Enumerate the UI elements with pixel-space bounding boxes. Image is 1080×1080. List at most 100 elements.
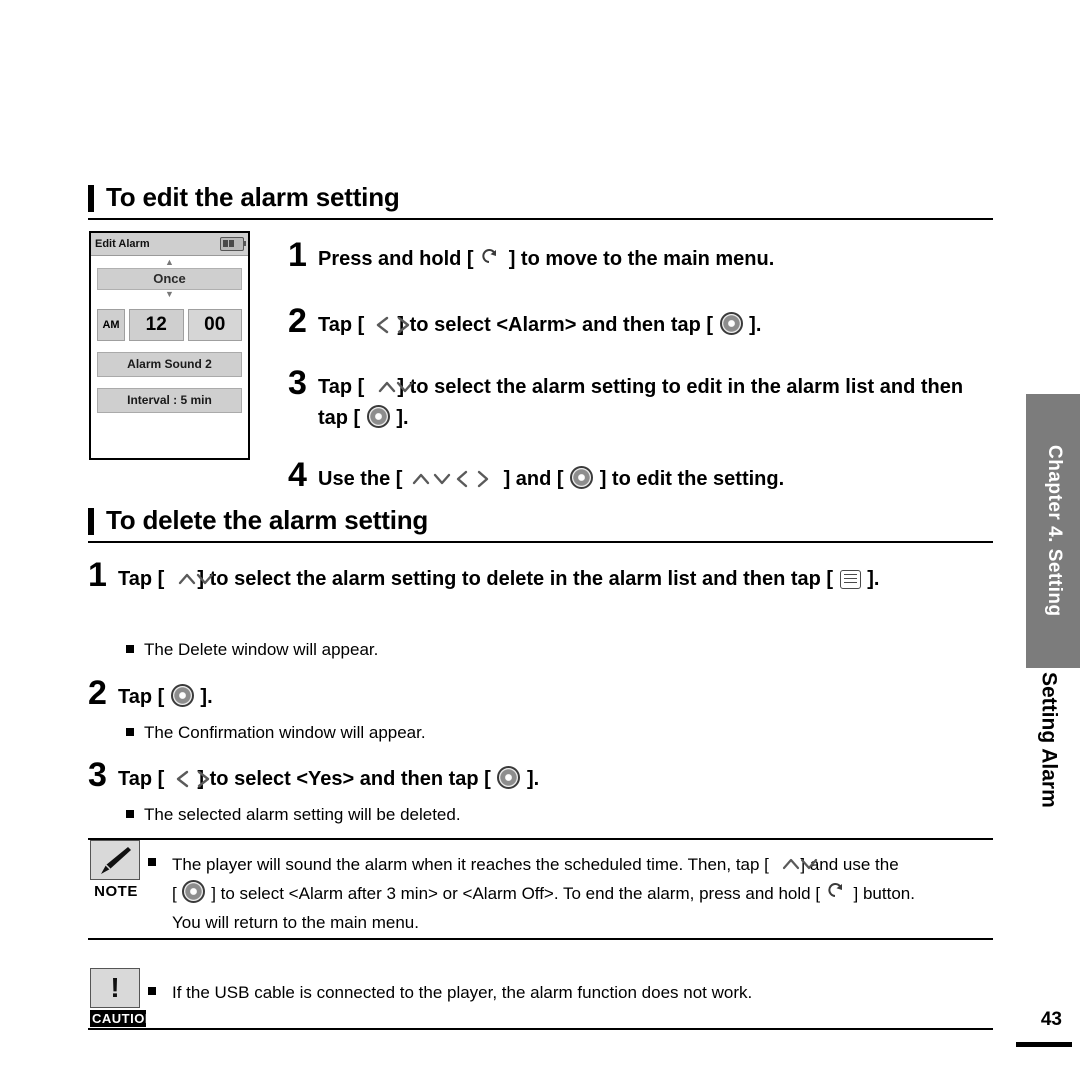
four-way-key-icon <box>409 468 497 488</box>
device-interval-value: Interval : 5 min <box>97 388 242 413</box>
note-text: The Confirmation window will appear. <box>144 723 426 742</box>
step-text-part: ]. <box>526 768 540 790</box>
step-text-part: Tap [ <box>118 768 165 790</box>
note-text: The Delete window will appear. <box>144 640 379 659</box>
step-text-part: ]. <box>749 314 762 336</box>
step-edit-2: 2 Tap [ ] to select <Alarm> and then tap… <box>288 302 988 341</box>
note-delete-1: The Delete window will appear. <box>126 638 826 661</box>
menu-key-icon <box>839 570 861 589</box>
note-delete-3: The selected alarm setting will be delet… <box>126 803 826 826</box>
select-key-icon <box>170 684 194 707</box>
device-hour-value: 12 <box>129 309 184 341</box>
step-text: Tap [ ] to select the alarm setting to e… <box>318 368 998 434</box>
step-number: 1 <box>88 556 107 594</box>
select-key-icon <box>497 766 521 789</box>
step-text: Use the [ ] and [ ] to edit the setting. <box>318 460 784 495</box>
step-text-part: Tap [ <box>118 686 165 708</box>
bullet-square-icon <box>148 858 156 866</box>
step-text-part: ] and [ <box>503 468 564 490</box>
device-alarm-sound-value: Alarm Sound 2 <box>97 352 242 377</box>
down-arrow-icon: ▼ <box>165 289 174 299</box>
note-bottom-rule <box>88 938 993 940</box>
note-text-part: You will return to the main menu. <box>172 913 419 932</box>
step-text: Press and hold [ ] to move to the main m… <box>318 240 774 275</box>
device-ampm-value: AM <box>97 309 125 341</box>
step-text-part: ]. <box>396 407 409 429</box>
device-minute-value: 00 <box>187 309 242 341</box>
heading-bar <box>88 185 94 212</box>
up-down-key-icon <box>775 854 817 874</box>
select-key-icon <box>366 405 390 428</box>
step-text-part: Press and hold [ <box>318 248 474 270</box>
step-number: 3 <box>88 756 107 794</box>
step-text-part: ]. <box>867 568 880 590</box>
step-number: 2 <box>88 674 107 712</box>
step-edit-4: 4 Use the [ ] and [ ] to edit the settin… <box>288 456 988 495</box>
chapter-tab-label: Chapter 4. Setting <box>1043 445 1065 617</box>
device-screen-title: Edit Alarm <box>95 238 150 250</box>
step-text-part: ] to move to the main menu. <box>508 248 775 270</box>
step-text-part: Use the [ <box>318 468 403 490</box>
exclamation-icon: ! <box>90 968 140 1008</box>
heading-rule <box>88 541 993 543</box>
step-number: 3 <box>288 364 307 402</box>
step-text-part: Tap [ <box>318 376 365 398</box>
step-text: Tap [ ] to select <Alarm> and then tap [… <box>318 306 761 341</box>
step-text: Tap [ ]. <box>118 678 213 713</box>
page-number: 43 <box>1040 1009 1062 1030</box>
heading-text-delete: To delete the alarm setting <box>106 505 429 535</box>
note-label: NOTE <box>94 883 138 900</box>
select-key-icon <box>182 880 206 903</box>
step-text-part: ] to select <Alarm> and then tap [ <box>397 314 714 336</box>
section-heading-edit: To edit the alarm setting <box>88 182 993 220</box>
bullet-square-icon <box>126 645 134 653</box>
select-key-icon <box>570 466 594 489</box>
up-down-key-icon <box>371 377 414 397</box>
step-delete-1: 1 Tap [ ] to select the alarm setting to… <box>88 556 978 595</box>
battery-icon <box>220 237 246 251</box>
caution-block-text: If the USB cable is connected to the pla… <box>148 980 993 1005</box>
device-screen-titlebar: Edit Alarm <box>91 233 248 256</box>
step-text-part: ] to select the alarm setting to delete … <box>197 568 834 590</box>
step-number: 1 <box>288 236 307 274</box>
heading-rule <box>88 218 993 220</box>
bullet-square-icon <box>126 728 134 736</box>
exclamation-mark: ! <box>110 972 120 1003</box>
step-text: Tap [ ] to select <Yes> and then tap [ ]… <box>118 760 539 795</box>
step-delete-2: 2 Tap [ ]. <box>88 674 788 713</box>
note-text: The selected alarm setting will be delet… <box>144 805 461 824</box>
step-delete-3: 3 Tap [ ] to select <Yes> and then tap [… <box>88 756 888 795</box>
up-down-key-icon <box>171 569 214 589</box>
step-text-part: ] to edit the setting. <box>599 468 785 490</box>
step-text-part: ] to select <Yes> and then tap [ <box>197 768 491 790</box>
step-number: 4 <box>288 456 307 494</box>
step-text-part: ]. <box>200 686 213 708</box>
select-key-icon <box>719 312 743 335</box>
note-top-rule <box>88 838 993 840</box>
device-repeat-value: Once <box>97 268 242 290</box>
side-section-title: Setting Alarm <box>1022 672 1076 892</box>
bullet-square-icon <box>148 987 156 995</box>
note-block-text: The player will sound the alarm when it … <box>148 850 993 937</box>
caution-text-part: If the USB cable is connected to the pla… <box>172 983 753 1002</box>
note-text-part: ] to select <Alarm after 3 min> or <Alar… <box>211 884 821 903</box>
up-arrow-icon: ▲ <box>165 257 174 267</box>
return-key-icon <box>480 249 502 269</box>
section-heading-delete: To delete the alarm setting <box>88 505 993 543</box>
device-screen-illustration: Edit Alarm ▲ Once ▼ AM 12 00 Alarm Sound… <box>89 231 250 460</box>
step-text: Tap [ ] to select the alarm setting to d… <box>118 560 879 595</box>
heading-bar <box>88 508 94 535</box>
note-text-part: [ <box>172 884 177 903</box>
device-time-row: AM 12 00 <box>97 309 242 341</box>
note-text-part: The player will sound the alarm when it … <box>172 855 769 874</box>
caution-badge: ! CAUTION <box>90 968 154 1027</box>
return-key-icon <box>826 883 848 903</box>
step-number: 2 <box>288 302 307 340</box>
step-text-part: Tap [ <box>318 314 365 336</box>
step-text-part: Tap [ <box>118 568 165 590</box>
manual-page: Chapter 4. Setting Setting Alarm To edit… <box>0 0 1080 1080</box>
heading-text-edit: To edit the alarm setting <box>106 182 400 212</box>
note-delete-2: The Confirmation window will appear. <box>126 721 826 744</box>
note-badge: NOTE <box>90 840 142 900</box>
chapter-tab: Chapter 4. Setting <box>1026 394 1080 668</box>
